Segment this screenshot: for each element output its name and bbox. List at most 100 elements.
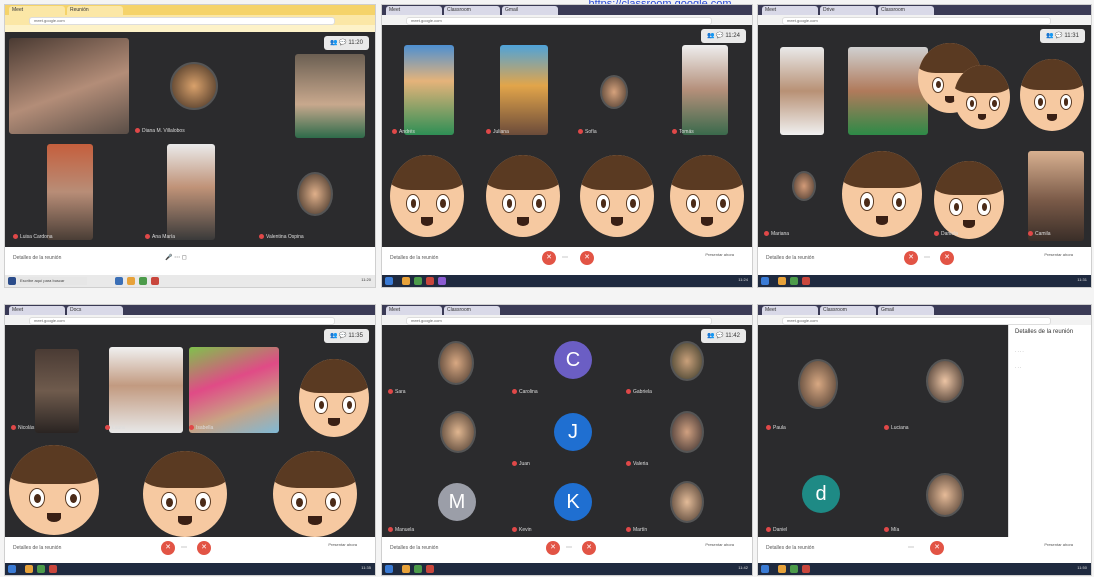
meeting-details-button[interactable]: Detalles de la reunión	[390, 545, 438, 551]
tab-drive[interactable]: Drive	[820, 6, 876, 15]
meeting-controls-top[interactable]: 👥 💬 11:31	[1040, 29, 1085, 43]
participant-avatar	[670, 341, 704, 381]
bottom-bar: Detalles de la reunión 🎤 ⋯ ◻	[5, 247, 375, 269]
taskbar-app-icon[interactable]	[778, 277, 786, 285]
url-input[interactable]: meet.google.com	[29, 17, 335, 25]
taskbar-app-icon[interactable]	[790, 277, 798, 285]
tab-gmail[interactable]: Gmail	[878, 306, 934, 315]
participant-video	[1028, 151, 1084, 241]
taskbar-app-icon[interactable]	[127, 277, 135, 285]
participant-video	[682, 45, 728, 135]
mic-off-icon[interactable]: ✕	[161, 541, 175, 555]
taskbar-app-icon[interactable]	[414, 565, 422, 573]
taskbar-app-icon[interactable]	[426, 565, 434, 573]
meet-window-1: Meet Reunión meet.google.com 👥 💬 11:20 D…	[4, 4, 376, 288]
url-input[interactable]: meet.google.com	[406, 17, 712, 25]
participant-avatar	[170, 62, 218, 110]
participant-video	[848, 47, 928, 135]
more-options-icon[interactable]: ⋯	[924, 254, 930, 261]
participant-video	[404, 45, 454, 135]
taskbar-app-icon[interactable]	[778, 565, 786, 573]
more-options-icon[interactable]: ⋯	[181, 544, 187, 551]
meeting-details-button[interactable]: Detalles de la reunión	[766, 545, 814, 551]
tab-meet[interactable]: Meet	[762, 6, 818, 15]
start-icon[interactable]	[761, 277, 769, 285]
present-now-button[interactable]: Presentar ahora	[1044, 542, 1073, 547]
url-input[interactable]: meet.google.com	[406, 317, 712, 325]
taskbar-app-icon[interactable]	[438, 277, 446, 285]
taskbar-app-icon[interactable]	[37, 565, 45, 573]
camera-off-icon[interactable]: ✕	[940, 251, 954, 265]
tab-classroom[interactable]: Classroom	[820, 306, 876, 315]
meeting-details-button[interactable]: Detalles de la reunión	[390, 255, 438, 261]
meeting-controls-top[interactable]: 👥 💬 11:35	[324, 329, 369, 343]
taskbar-app-icon[interactable]	[402, 565, 410, 573]
meeting-details-panel: Detalles de la reunión · · · · · · ·	[1008, 325, 1091, 537]
video-grid: 👥 💬 11:20 Diana M. Villalobos Luisa Card…	[5, 32, 375, 247]
taskbar-app-icon[interactable]	[426, 277, 434, 285]
start-icon[interactable]	[761, 565, 769, 573]
tab-classroom[interactable]: Classroom	[444, 6, 500, 15]
tab-meet[interactable]: Meet	[386, 306, 442, 315]
start-icon[interactable]	[385, 565, 393, 573]
taskbar-app-icon[interactable]	[802, 565, 810, 573]
start-icon[interactable]	[8, 277, 16, 285]
tab-docs[interactable]: Docs	[67, 306, 123, 315]
video-grid: 👥 💬 11:24 Andrés Juliana Sofía Tomás	[382, 25, 752, 247]
start-icon[interactable]	[385, 277, 393, 285]
taskbar-app-icon[interactable]	[151, 277, 159, 285]
present-now-button[interactable]: Presentar ahora	[1044, 252, 1073, 257]
url-input[interactable]: meet.google.com	[29, 317, 335, 325]
mic-off-icon[interactable]: ✕	[904, 251, 918, 265]
tab-meet[interactable]: Meet	[386, 6, 442, 15]
start-icon[interactable]	[8, 565, 16, 573]
mic-off-icon[interactable]: ✕	[542, 251, 556, 265]
meeting-controls-top[interactable]: 👥 💬 11:42	[701, 329, 746, 343]
taskbar-app-icon[interactable]	[802, 277, 810, 285]
meeting-details-button[interactable]: Detalles de la reunión	[766, 255, 814, 261]
camera-off-icon[interactable]: ✕	[197, 541, 211, 555]
taskbar-app-icon[interactable]	[402, 277, 410, 285]
participant-name: Valentina Ospina	[259, 234, 304, 240]
more-options-icon[interactable]: ⋯	[566, 544, 572, 551]
mic-off-icon[interactable]: ✕	[546, 541, 560, 555]
tab-meet[interactable]: Meet	[9, 6, 65, 15]
taskbar-search-input[interactable]: Escribe aquí para buscar	[17, 277, 87, 285]
meeting-details-button[interactable]: Detalles de la reunión	[13, 545, 61, 551]
avatar-letter: d	[802, 475, 840, 513]
camera-off-icon[interactable]: ✕	[582, 541, 596, 555]
meeting-controls-top[interactable]: 👥 💬 11:24	[701, 29, 746, 43]
participant-avatar	[670, 481, 704, 523]
present-now-button[interactable]: Presentar ahora	[328, 542, 357, 547]
meeting-controls-top[interactable]: 👥 💬 11:20	[324, 36, 369, 50]
taskbar-app-icon[interactable]	[25, 565, 33, 573]
video-grid: 👥 💬 11:42 C Sara Carolina Gabriela J Jua…	[382, 325, 752, 537]
url-input[interactable]: meet.google.com	[782, 17, 1051, 25]
taskbar-app-icon[interactable]	[414, 277, 422, 285]
taskbar-app-icon[interactable]	[790, 565, 798, 573]
present-now-button[interactable]: Presentar ahora	[705, 542, 734, 547]
tab-reunion[interactable]: Reunión	[67, 6, 123, 15]
details-panel-text: · · · ·	[1015, 349, 1024, 354]
taskbar-app-icon[interactable]	[139, 277, 147, 285]
address-bar: meet.google.com	[5, 315, 375, 325]
tab-meet[interactable]: Meet	[9, 306, 65, 315]
emoji-face-icon	[934, 161, 1004, 239]
camera-off-icon[interactable]: ✕	[580, 251, 594, 265]
emoji-face-icon	[670, 155, 744, 237]
more-options-icon[interactable]: ⋯	[908, 544, 914, 551]
taskbar-app-icon[interactable]	[115, 277, 123, 285]
tab-meet[interactable]: Meet	[762, 306, 818, 315]
emoji-face-icon	[1020, 59, 1084, 131]
tab-classroom[interactable]: Classroom	[878, 6, 934, 15]
url-input[interactable]: meet.google.com	[782, 317, 1051, 325]
more-options-icon[interactable]: ⋯	[562, 254, 568, 261]
address-bar: meet.google.com	[5, 15, 375, 25]
tab-gmail[interactable]: Gmail	[502, 6, 558, 15]
present-now-button[interactable]: Presentar ahora	[705, 252, 734, 257]
tab-classroom[interactable]: Classroom	[444, 306, 500, 315]
mic-icon[interactable]: 🎤 ⋯ ◻	[165, 254, 187, 261]
meeting-details-button[interactable]: Detalles de la reunión	[13, 255, 61, 261]
camera-off-icon[interactable]: ✕	[930, 541, 944, 555]
taskbar-app-icon[interactable]	[49, 565, 57, 573]
